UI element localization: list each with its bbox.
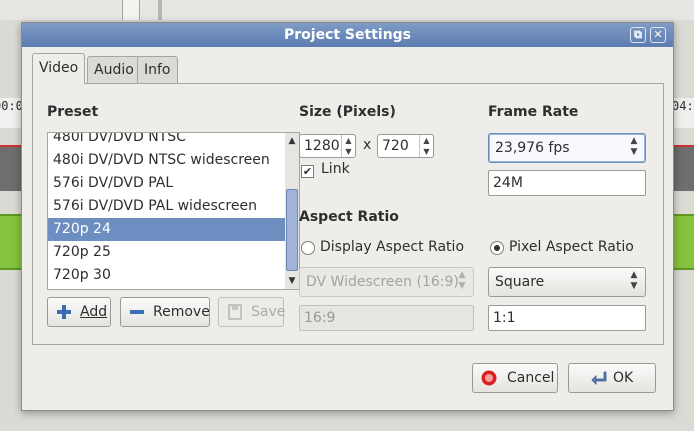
list-item[interactable]: 720p 25 — [48, 241, 286, 264]
pixel-aspect-value: Square — [495, 274, 545, 290]
ruler-label-left: 00:0 — [0, 99, 23, 113]
frame-rate-value: 23,976 fps — [495, 140, 570, 156]
background-divider — [158, 0, 162, 20]
combo-arrows-icon: ▲ ▼ — [630, 270, 638, 291]
enter-arrow-icon — [591, 371, 607, 385]
background-scrollbar — [122, 0, 140, 20]
remove-button-label: Remove — [153, 304, 210, 320]
list-item[interactable]: 576i DV/DVD PAL — [48, 172, 286, 195]
cancel-button-label: Cancel — [507, 370, 555, 386]
list-item[interactable]: 480i DV/DVD NTSC widescreen — [48, 149, 286, 172]
remove-icon — [130, 310, 144, 314]
size-heading: Size (Pixels) — [299, 104, 396, 120]
background-track — [0, 147, 22, 191]
background-track — [672, 147, 694, 191]
save-button-label: Save — [251, 304, 286, 320]
background-ruler-left: 00:0 — [0, 98, 23, 128]
preset-list[interactable]: 480i DV/DVD NTSC 480i DV/DVD NTSC widesc… — [47, 132, 287, 290]
aspect-ratio-heading: Aspect Ratio — [299, 209, 399, 225]
cancel-button[interactable]: Cancel — [472, 363, 558, 393]
list-item[interactable]: 480i DV/DVD NTSC — [48, 133, 286, 149]
background-window-top — [0, 0, 694, 20]
tab-info[interactable]: Info — [137, 56, 178, 83]
ruler-label-right: 04:0 — [672, 99, 694, 113]
width-value: 1280 — [304, 138, 340, 154]
dialog-titlebar[interactable]: Project Settings ⧉ ✕ — [22, 23, 673, 47]
spinner-arrows-icon[interactable]: ▲ ▼ — [419, 135, 433, 157]
list-item[interactable]: 576i DV/DVD PAL widescreen — [48, 195, 286, 218]
pixel-aspect-label: Pixel Aspect Ratio — [509, 239, 634, 255]
height-value: 720 — [382, 138, 409, 154]
display-aspect-radio[interactable] — [301, 241, 315, 255]
display-aspect-value: DV Widescreen (16:9) — [306, 274, 459, 290]
link-checkbox[interactable]: ✔ — [301, 165, 314, 178]
height-spinner[interactable]: 720 ▲ ▼ — [377, 134, 434, 158]
project-settings-dialog: Project Settings ⧉ ✕ Video Audio Info Pr… — [21, 22, 674, 411]
preset-list-scrollbar[interactable]: ▲ ▼ — [285, 132, 300, 290]
display-aspect-label: Display Aspect Ratio — [320, 239, 465, 255]
ok-button[interactable]: OK — [568, 363, 656, 393]
pixel-aspect-entry[interactable]: 1:1 — [488, 305, 646, 331]
frame-rate-heading: Frame Rate — [488, 104, 579, 120]
display-aspect-combo[interactable]: DV Widescreen (16:9) ▲ ▼ — [299, 267, 474, 297]
remove-preset-button[interactable]: Remove — [120, 297, 210, 327]
close-icon[interactable]: ✕ — [650, 27, 666, 43]
display-aspect-entry[interactable]: 16:9 — [299, 305, 474, 331]
list-item-selected[interactable]: 720p 24 — [48, 218, 286, 241]
cancel-icon — [481, 370, 497, 386]
save-preset-button[interactable]: Save — [218, 297, 286, 327]
combo-arrows-icon: ▲ ▼ — [630, 136, 638, 157]
scroll-down-icon[interactable]: ▼ — [285, 274, 299, 288]
dialog-title: Project Settings — [283, 27, 412, 43]
link-label: Link — [321, 161, 350, 177]
spinner-arrows-icon[interactable]: ▲ ▼ — [341, 135, 355, 157]
tab-audio[interactable]: Audio — [87, 56, 141, 83]
pixel-aspect-radio[interactable] — [490, 241, 504, 255]
ok-button-label: OK — [613, 370, 634, 386]
add-button-label: Add — [80, 304, 108, 320]
preset-heading: Preset — [47, 104, 99, 120]
pixel-aspect-combo[interactable]: Square ▲ ▼ — [488, 267, 646, 297]
list-item[interactable]: 720p 30 — [48, 264, 286, 287]
frame-rate-entry[interactable]: 24M — [488, 170, 646, 196]
width-spinner[interactable]: 1280 ▲ ▼ — [299, 134, 356, 158]
tab-video[interactable]: Video — [32, 53, 86, 84]
video-tab-panel: Preset 480i DV/DVD NTSC 480i DV/DVD NTSC… — [32, 83, 664, 345]
add-icon — [57, 305, 71, 319]
background-clip — [0, 214, 22, 270]
background-clip — [672, 214, 694, 270]
scroll-up-icon[interactable]: ▲ — [285, 134, 299, 148]
combo-arrows-icon: ▲ ▼ — [458, 270, 466, 291]
save-icon — [228, 304, 242, 320]
add-preset-button[interactable]: Add — [47, 297, 111, 327]
restore-icon[interactable]: ⧉ — [630, 27, 646, 43]
frame-rate-combo[interactable]: 23,976 fps ▲ ▼ — [488, 133, 646, 163]
scroll-thumb[interactable] — [286, 189, 298, 271]
size-separator: x — [363, 137, 372, 153]
